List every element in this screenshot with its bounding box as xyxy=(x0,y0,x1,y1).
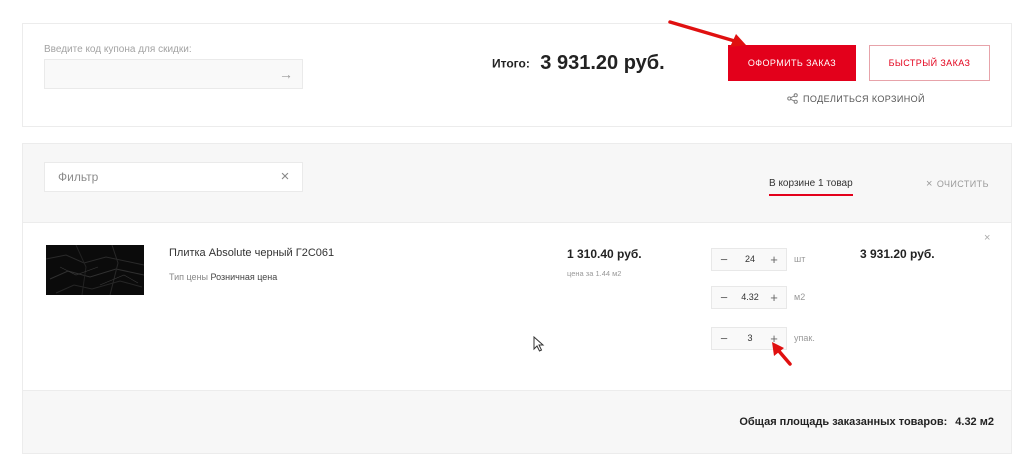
increment-button[interactable]: + xyxy=(764,249,784,270)
product-image[interactable] xyxy=(46,245,144,295)
share-icon xyxy=(787,93,798,104)
clear-cart-button[interactable]: × очистить xyxy=(926,178,989,190)
total-label: Итого: xyxy=(492,56,530,71)
total-area-label: Общая площадь заказанных товаров: xyxy=(739,416,948,428)
increment-button[interactable]: + xyxy=(764,328,784,349)
filter-input[interactable] xyxy=(45,163,270,191)
product-name-link[interactable]: Плитка Absolute черный Г2С061 xyxy=(169,247,334,259)
quantity-stepper-pieces: − + xyxy=(711,248,787,271)
cart-toolbar: × В корзине 1 товар ×очистить xyxy=(23,144,1011,223)
decrement-button[interactable]: − xyxy=(714,249,734,270)
coupon-label: Введите код купона для скидки: xyxy=(44,44,192,55)
increment-button[interactable]: + xyxy=(764,287,784,308)
total-value: 3 931.20 руб. xyxy=(540,52,665,74)
unit-price: 1 310.40 руб. xyxy=(567,247,642,261)
unit-label: м2 xyxy=(794,292,806,302)
clear-filter-icon[interactable]: × xyxy=(277,169,293,185)
unit-label: шт xyxy=(794,254,806,264)
unit-label: упак. xyxy=(794,333,815,343)
quantity-input[interactable] xyxy=(734,249,766,270)
cart-count-tab[interactable]: В корзине 1 товар xyxy=(769,178,853,196)
total-area-value: 4.32 м2 xyxy=(955,416,994,428)
order-total: Итого: 3 931.20 руб. xyxy=(492,52,665,75)
checkout-button[interactable]: Оформить заказ xyxy=(728,45,856,81)
cart-panel: × В корзине 1 товар ×очистить Плитка Abs… xyxy=(22,143,1012,454)
quantity-input[interactable] xyxy=(734,328,766,349)
quantity-stepper-area: − + xyxy=(711,286,787,309)
tile-texture-image xyxy=(46,245,144,295)
price-type-label: Тип цены xyxy=(169,272,209,282)
decrement-button[interactable]: − xyxy=(714,328,734,349)
clear-cart-label: очистить xyxy=(936,179,989,189)
filter-field: × xyxy=(44,162,303,192)
coupon-field: → xyxy=(44,59,303,89)
share-cart-label: Поделиться корзиной xyxy=(803,94,925,104)
coupon-input[interactable] xyxy=(45,60,270,88)
unit-price-note: цена за 1.44 м2 xyxy=(567,269,622,278)
price-type-value: Розничная цена xyxy=(210,272,278,282)
decrement-button[interactable]: − xyxy=(714,287,734,308)
mouse-cursor-icon xyxy=(533,336,545,352)
cart-item-row: Плитка Absolute черный Г2С061 Тип цены Р… xyxy=(23,224,1011,390)
quick-order-button[interactable]: Быстрый заказ xyxy=(869,45,990,81)
quantity-input[interactable] xyxy=(734,287,766,308)
total-area-summary: Общая площадь заказанных товаров: 4.32 м2 xyxy=(739,416,994,428)
share-cart-link[interactable]: Поделиться корзиной xyxy=(787,93,925,104)
quantity-stepper-packs: − + xyxy=(711,327,787,350)
arrow-right-icon[interactable]: → xyxy=(278,66,294,82)
line-total: 3 931.20 руб. xyxy=(860,247,935,261)
price-type: Тип цены Розничная цена xyxy=(169,272,277,282)
order-summary-panel: Введите код купона для скидки: → Итого: … xyxy=(22,23,1012,127)
close-icon: × xyxy=(926,178,933,190)
remove-item-icon[interactable]: × xyxy=(984,232,990,244)
cart-footer: Общая площадь заказанных товаров: 4.32 м2 xyxy=(23,390,1011,453)
